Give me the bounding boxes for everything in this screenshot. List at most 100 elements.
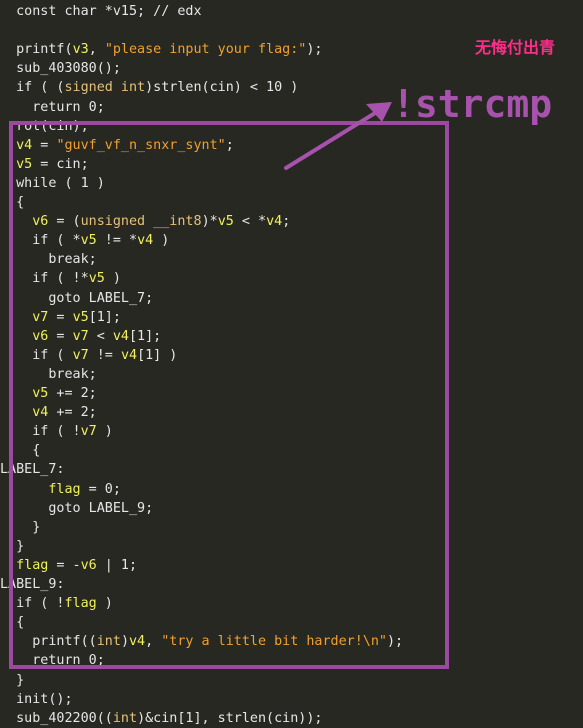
code-token: "guvf_vf_n_snxr_synt"	[56, 137, 226, 153]
code-token: int	[112, 710, 138, 726]
code-token: v5	[88, 271, 105, 287]
code-token: ,	[145, 634, 162, 650]
code-token: )&cin[1], strlen(cin));	[137, 710, 323, 726]
code-token: = 0;	[80, 481, 121, 497]
code-line: v5 = cin;	[0, 155, 89, 174]
watermark-text: 无悔付出青	[475, 38, 556, 57]
code-line: const char *v15; // edx	[0, 2, 202, 21]
code-token: while ( 1 )	[0, 175, 105, 191]
code-token: break;	[0, 252, 97, 268]
code-token: v7	[72, 347, 89, 363]
code-token: v6	[32, 328, 49, 344]
code-token: LABEL_7:	[0, 462, 65, 478]
code-token: printf(	[0, 42, 73, 58]
code-token: if ( (	[0, 80, 65, 96]
code-line: return 0;	[0, 651, 105, 670]
code-token: goto LABEL_9;	[0, 500, 154, 516]
code-token: =	[32, 137, 57, 153]
code-line: LABEL_9:	[0, 575, 65, 594]
code-line: }	[0, 537, 24, 556]
code-line: }	[0, 518, 40, 537]
code-token: v4	[32, 405, 49, 421]
code-token: v4	[266, 214, 283, 230]
code-token: v7	[80, 424, 97, 440]
code-line: break;	[0, 365, 97, 384]
code-token: v4	[129, 634, 146, 650]
code-line: return 0;	[0, 98, 105, 117]
code-line: {	[0, 441, 40, 460]
code-line: v6 = (unsigned __int8)*v5 < *v4;	[0, 212, 290, 231]
code-line: if ( !flag )	[0, 594, 113, 613]
code-token: }	[0, 672, 25, 688]
code-line: init();	[0, 690, 73, 709]
code-token: flag	[64, 596, 97, 612]
code-token: v7	[32, 309, 49, 325]
code-line: if ( (signed int)strlen(cin) < 10 )	[0, 78, 298, 97]
code-token: [1];	[129, 328, 162, 344]
code-token: v3	[72, 42, 89, 58]
code-token: if ( !*	[0, 271, 89, 287]
code-token: return 0;	[0, 653, 105, 669]
code-token: flag	[48, 481, 81, 497]
code-token: sub_402200((	[0, 710, 113, 726]
code-token: if ( !	[0, 424, 81, 440]
code-line: }	[0, 671, 24, 690]
code-token: init();	[0, 691, 73, 707]
code-token: += 2;	[48, 405, 97, 421]
code-token: {	[0, 443, 41, 459]
code-line: goto LABEL_7;	[0, 289, 153, 308]
code-token: LABEL_9:	[0, 577, 65, 592]
code-line: if ( v7 != v4[1] )	[0, 346, 177, 365]
code-token: <	[88, 328, 113, 344]
code-line: flag = 0;	[0, 480, 121, 499]
code-token: break;	[0, 366, 97, 382]
code-token: )	[104, 271, 121, 287]
code-token: {	[0, 195, 25, 210]
code-token: }	[0, 538, 25, 554]
code-token: )strlen(cin) < 10 )	[145, 80, 299, 96]
code-token: );	[386, 634, 404, 650]
code-line: if ( !v7 )	[0, 422, 113, 441]
code-line: v6 = v7 < v4[1];	[0, 327, 161, 346]
code-token: printf((	[0, 634, 97, 650]
code-token: ,	[88, 42, 105, 58]
code-token: "try a little bit harder!\n"	[161, 634, 387, 650]
code-token: v4	[16, 137, 33, 153]
code-line: rot(cin);	[0, 117, 89, 136]
code-token: v6	[32, 214, 49, 230]
code-token: !=	[88, 347, 121, 363]
code-token: v4	[112, 328, 129, 344]
code-token: int	[96, 634, 121, 650]
code-token: "please input your flag:"	[104, 42, 307, 58]
code-line: v4 = "guvf_vf_n_snxr_synt";	[0, 136, 234, 155]
code-token: const char *v15; // edx	[0, 4, 202, 19]
code-line: {	[0, 193, 24, 212]
code-token: [1] )	[137, 347, 178, 363]
code-line: printf((int)v4, "try a little bit harder…	[0, 632, 403, 651]
code-token: v7	[72, 328, 89, 344]
code-line: {	[0, 613, 24, 632]
code-token: );	[306, 42, 323, 58]
code-token: )	[120, 634, 129, 650]
code-token: v5	[72, 309, 89, 325]
code-token: if ( *	[0, 233, 81, 249]
code-token: v5	[80, 233, 97, 249]
code-line: flag = -v6 | 1;	[0, 556, 137, 575]
code-token: ;	[282, 214, 291, 230]
code-token: }	[0, 519, 41, 535]
code-line: LABEL_7:	[0, 460, 65, 479]
code-line: goto LABEL_9;	[0, 499, 153, 518]
code-token: = -	[48, 557, 81, 573]
code-token: signed int	[64, 80, 146, 96]
code-token: < *	[233, 214, 267, 230]
code-token: rot(cin);	[0, 118, 89, 134]
code-token: v5	[217, 214, 234, 230]
